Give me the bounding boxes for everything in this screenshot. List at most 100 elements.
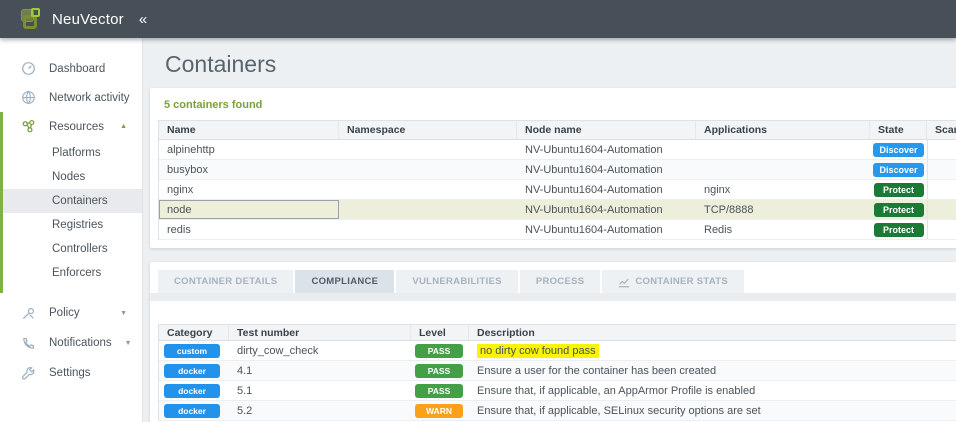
phone-icon: [21, 336, 36, 351]
level-badge: WARN: [415, 403, 463, 418]
sidebar-item-label: Network activity: [49, 91, 130, 104]
tab-strip: [150, 293, 956, 301]
level-badge: PASS: [415, 363, 463, 378]
sidebar-item-label: Platforms: [52, 147, 101, 159]
category-badge[interactable]: docker: [164, 383, 220, 398]
container-name: redis: [167, 223, 191, 236]
neuvector-logo-icon: [21, 7, 44, 31]
sidebar-item-registries[interactable]: Registries: [0, 213, 142, 237]
chevron-down-icon: ▼: [120, 309, 127, 317]
test-number: 5.1: [237, 384, 253, 397]
sidebar-item-nodes[interactable]: Nodes: [0, 165, 142, 189]
container-namespace: [339, 220, 517, 239]
description: Ensure that, if applicable, SELinux secu…: [477, 404, 761, 417]
tab-label: CONTAINER DETAILS: [174, 276, 278, 287]
column-header-namespace[interactable]: Namespace: [339, 121, 517, 139]
sidebar-item-label: Nodes: [52, 171, 86, 183]
column-header-category[interactable]: Category: [159, 325, 229, 340]
test-number: 5.2: [237, 404, 253, 417]
table-row[interactable]: redis NV-Ubuntu1604-Automation Redis Pro…: [159, 220, 956, 240]
category-badge[interactable]: docker: [164, 403, 220, 418]
state-badge[interactable]: Protect: [873, 222, 924, 237]
sidebar: Dashboard Network activity Resources ▲ P…: [0, 38, 143, 422]
level-badge: PASS: [415, 383, 463, 398]
container-namespace: [339, 160, 517, 179]
table-row[interactable]: alpinehttp NV-Ubuntu1604-Automation Disc…: [159, 140, 956, 160]
sidebar-item-containers[interactable]: Containers: [0, 189, 142, 213]
category-badge[interactable]: custom: [164, 343, 220, 358]
sidebar-item-label: Controllers: [52, 243, 108, 255]
tab-label: CONTAINER STATS: [635, 276, 729, 287]
category-badge[interactable]: docker: [164, 363, 220, 378]
sidebar-item-platforms[interactable]: Platforms: [0, 141, 142, 165]
compliance-row[interactable]: docker 5.1 PASS Ensure that, if applicab…: [159, 381, 956, 401]
compliance-table: Category Test number Level Description c…: [158, 324, 956, 421]
container-namespace: [339, 140, 517, 159]
sidebar-item-notifications[interactable]: Notifications ▼: [0, 328, 142, 358]
column-header-state[interactable]: State: [870, 121, 927, 139]
column-header-scan[interactable]: Scan: [927, 121, 956, 139]
tab-label: PROCESS: [535, 276, 585, 287]
neuvector-app: NeuVector « Dashboard Network activity R…: [0, 0, 956, 422]
containers-table-header: Name Namespace Node name Applications St…: [159, 121, 956, 140]
chevron-down-icon: ▼: [124, 339, 132, 347]
sidebar-item-network-activity[interactable]: Network activity: [0, 83, 142, 112]
compliance-row[interactable]: custom dirty_cow_check PASS no dirty cow…: [159, 341, 956, 361]
container-applications: Redis: [704, 223, 733, 236]
tools-icon: [21, 306, 36, 321]
container-scan: [927, 160, 956, 179]
column-header-description[interactable]: Description: [469, 325, 956, 340]
column-header-applications[interactable]: Applications: [696, 121, 870, 139]
compliance-row[interactable]: docker 5.2 WARN Ensure that, if applicab…: [159, 401, 956, 421]
sidebar-item-enforcers[interactable]: Enforcers: [0, 261, 142, 285]
globe-icon: [21, 90, 36, 105]
tab-label: COMPLIANCE: [311, 276, 379, 287]
container-detail-card: CONTAINER DETAILS COMPLIANCE VULNERABILI…: [150, 262, 956, 422]
container-node-name: NV-Ubuntu1604-Automation: [525, 223, 663, 236]
column-header-test-number[interactable]: Test number: [229, 325, 411, 340]
tab-container-details[interactable]: CONTAINER DETAILS: [158, 270, 294, 293]
cluster-icon: [21, 119, 36, 134]
container-node-name: NV-Ubuntu1604-Automation: [525, 143, 663, 156]
container-applications: [696, 140, 870, 159]
container-applications: [696, 160, 870, 179]
sidebar-item-dashboard[interactable]: Dashboard: [0, 54, 142, 83]
container-node-name: NV-Ubuntu1604-Automation: [525, 183, 663, 196]
tab-process[interactable]: PROCESS: [519, 270, 601, 293]
sidebar-collapse-icon[interactable]: «: [139, 11, 147, 28]
sidebar-item-label: Dashboard: [49, 62, 106, 75]
container-scan: [927, 180, 956, 199]
sidebar-item-controllers[interactable]: Controllers: [0, 237, 142, 261]
container-scan: [927, 220, 956, 239]
state-badge[interactable]: Protect: [873, 202, 924, 217]
sidebar-item-label: Notifications: [49, 337, 112, 349]
table-row[interactable]: busybox NV-Ubuntu1604-Automation Discove…: [159, 160, 956, 180]
containers-count: 5 containers found: [164, 99, 263, 111]
tab-vulnerabilities[interactable]: VULNERABILITIES: [396, 270, 518, 293]
sidebar-item-resources[interactable]: Resources ▲: [0, 112, 142, 141]
containers-card: 5 containers found Name Namespace Node n…: [150, 88, 956, 248]
description: Ensure a user for the container has been…: [477, 364, 717, 377]
compliance-row[interactable]: docker 4.1 PASS Ensure a user for the co…: [159, 361, 956, 381]
sidebar-item-settings[interactable]: Settings: [0, 358, 142, 388]
column-header-name[interactable]: Name: [159, 121, 339, 139]
container-scan: [927, 200, 956, 219]
tab-container-stats[interactable]: CONTAINER STATS: [602, 270, 745, 293]
column-header-level[interactable]: Level: [411, 325, 469, 340]
sidebar-item-policy[interactable]: Policy ▼: [0, 298, 142, 328]
state-badge[interactable]: Discover: [873, 142, 924, 157]
container-applications: TCP/8888: [704, 203, 754, 216]
sidebar-item-label: Resources: [49, 120, 104, 133]
table-row-selected[interactable]: node NV-Ubuntu1604-Automation TCP/8888 P…: [159, 200, 956, 220]
column-header-node-name[interactable]: Node name: [517, 121, 696, 139]
sidebar-item-label: Enforcers: [52, 267, 102, 279]
state-badge[interactable]: Discover: [873, 162, 924, 177]
container-name: node: [159, 200, 339, 219]
description: no dirty cow found pass: [469, 341, 956, 360]
container-name: alpinehttp: [167, 143, 215, 156]
tab-compliance[interactable]: COMPLIANCE: [295, 270, 395, 293]
highlighted-text: no dirty cow found pass: [477, 343, 599, 358]
table-row[interactable]: nginx NV-Ubuntu1604-Automation nginx Pro…: [159, 180, 956, 200]
state-badge[interactable]: Protect: [873, 182, 924, 197]
sidebar-item-label: Settings: [49, 367, 91, 379]
